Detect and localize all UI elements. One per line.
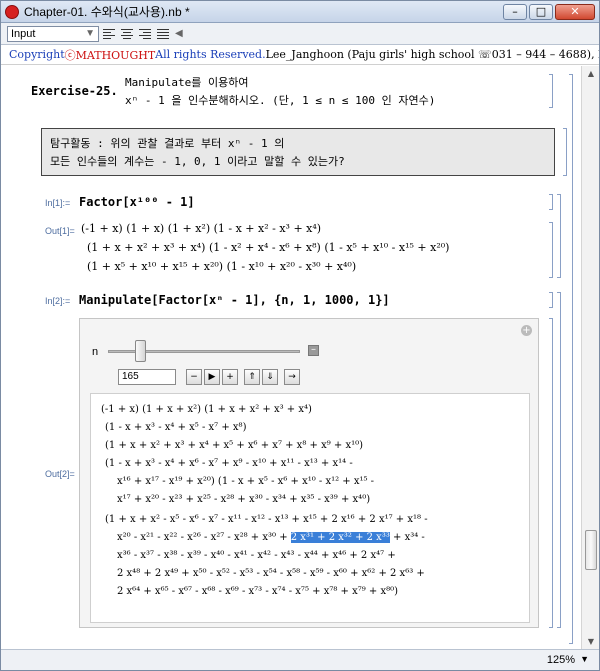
manipulate-panel: + n – 165 − ▶ + ⇑ ⇓ → (-1 + x) (1 + x + … [79,318,539,628]
exercise-line-2: xⁿ - 1 을 인수분해하시오. (단, 1 ≤ n ≤ 100 인 자연수) [125,94,436,107]
add-control-icon[interactable]: + [521,325,532,336]
step-forward-button[interactable]: + [222,369,238,385]
n-value-field[interactable]: 165 [118,369,176,385]
result-line-8-a: x²⁰ - x²¹ - x²² - x²⁶ - x²⁷ - x²⁸ + x³⁰ … [117,532,291,543]
copyright-author: Lee_Janghoon (Paju girls' high school ☏0… [265,48,599,61]
faster-button[interactable]: ⇑ [244,369,260,385]
exploration-line-1: 탐구활동 : 위의 관찰 결과로 부터 xⁿ - 1 의 [50,137,285,150]
result-line-3: (1 + x + x² + x³ + x⁴ + x⁵ + x⁶ + x⁷ + x… [105,440,364,451]
result-line-4: (1 - x + x³ - x⁴ + x⁶ - x⁷ + x⁹ - x¹⁰ + … [105,458,353,469]
collapse-controls-icon[interactable]: – [308,345,319,356]
direction-button[interactable]: → [284,369,300,385]
scroll-up-icon[interactable]: ▲ [585,68,597,80]
cell-bracket[interactable] [549,292,553,308]
manipulate-result[interactable]: (-1 + x) (1 + x + x²) (1 + x + x² + x³ +… [90,393,530,623]
notebook-window: Chapter-01. 수와식(교사용).nb * – □ ✕ Input ▼ … [0,0,600,671]
result-line-6: x¹⁷ + x²⁰ - x²³ + x²⁵ - x²⁸ + x³⁰ - x³⁴ … [117,494,371,505]
copyright-banner: Copyright ⓒMATHOUGHT All rights Reserved… [1,45,599,65]
cell-bracket[interactable] [549,222,553,278]
exploration-line-2: 모든 인수들의 계수는 - 1, 0, 1 이라고 말할 수 있는가? [50,155,345,168]
input-label-2: In[2]:= [45,296,71,306]
status-bar: 125% ▼ [1,649,599,670]
copyright-rights: All rights Reserved. [155,48,266,61]
cell-bracket[interactable] [549,318,553,628]
result-line-9: x³⁶ - x³⁷ - x³⁸ - x³⁹ - x⁴⁰ - x⁴¹ - x⁴² … [117,550,396,561]
align-justify-icon[interactable] [157,27,171,41]
group-bracket[interactable] [557,292,561,628]
result-line-7: (1 + x + x² - x⁵ - x⁶ - x⁷ - x¹¹ - x¹² -… [105,514,428,525]
result-line-8: x²⁰ - x²¹ - x²² - x²⁶ - x²⁷ - x²⁸ + x³⁰ … [117,532,425,543]
cell-style-dropdown[interactable]: Input ▼ [7,25,99,42]
output-1-line-2: (1 + x + x² + x³ + x⁴) (1 - x² + x⁴ - x⁶… [87,241,450,254]
result-line-5: x¹⁶ + x¹⁷ - x¹⁹ + x²⁰) (1 - x + x⁵ - x⁶ … [117,476,375,487]
result-line-2: (1 - x + x³ - x⁴ + x⁵ - x⁷ + x⁸) [105,422,247,433]
input-cell-1[interactable]: Factor[x¹⁰⁰ - 1] [79,195,195,209]
n-slider-thumb[interactable] [134,340,146,362]
notebook-content[interactable]: Exercise-25. Manipulate를 이용하여 xⁿ - 1 을 인… [1,66,581,650]
formatting-toolbar: Input ▼ ◀ [1,23,599,45]
minimize-button[interactable]: – [503,4,527,20]
align-left-icon[interactable] [103,27,117,41]
cell-style-value: Input [11,27,36,40]
result-line-11: 2 x⁶⁴ + x⁶⁵ - x⁶⁷ - x⁶⁸ - x⁶⁹ - x⁷³ - x⁷… [117,586,399,597]
mathematica-app-icon [5,4,19,19]
maximize-button[interactable]: □ [529,4,553,20]
result-line-10: 2 x⁴⁸ + 2 x⁴⁹ + x⁵⁰ - x⁵² - x⁵³ - x⁵⁴ - … [117,568,425,579]
result-line-1: (-1 + x) (1 + x + x²) (1 + x + x² + x³ +… [101,404,312,415]
output-1-line-3: (1 + x⁵ + x¹⁰ + x¹⁵ + x²⁰) (1 - x¹⁰ + x²… [87,260,357,273]
align-right-icon[interactable] [139,27,153,41]
toolbar-collapse-icon[interactable]: ◀ [175,28,183,39]
slider-variable-label: n [92,346,99,358]
zoom-dropdown-icon[interactable]: ▼ [580,654,589,664]
output-label-2: Out[2]= [45,469,75,479]
result-line-8-b: + x³⁴ - [389,532,425,543]
copyright-prefix: Copyright [9,48,65,61]
selected-terms[interactable]: 2 x³¹ + 2 x³² + 2 x³³ [290,532,390,543]
group-bracket[interactable] [557,194,561,278]
input-cell-2[interactable]: Manipulate[Factor[xⁿ - 1], {n, 1, 1000, … [79,293,390,307]
play-button[interactable]: ▶ [204,369,220,385]
scrollbar-thumb[interactable] [585,530,597,570]
align-center-icon[interactable] [121,27,135,41]
scroll-down-icon[interactable]: ▼ [585,636,597,648]
exploration-box: 탐구활동 : 위의 관찰 결과로 부터 xⁿ - 1 의 모든 인수들의 계수는… [41,128,555,176]
input-label-1: In[1]:= [45,198,71,208]
output-label-1: Out[1]= [45,226,75,236]
window-controls: – □ ✕ [503,4,595,20]
title-bar[interactable]: Chapter-01. 수와식(교사용).nb * – □ ✕ [1,1,599,23]
copyright-brand: ⓒMATHOUGHT [64,48,156,62]
cell-bracket[interactable] [549,194,553,210]
step-back-button[interactable]: − [186,369,202,385]
cell-bracket[interactable] [563,128,567,176]
chevron-down-icon: ▼ [85,28,95,39]
exercise-line-1: Manipulate를 이용하여 [125,76,249,89]
zoom-level[interactable]: 125% [547,654,575,666]
section-bracket[interactable] [569,74,573,644]
slower-button[interactable]: ⇓ [262,369,278,385]
window-title: Chapter-01. 수와식(교사용).nb * [24,5,190,19]
cell-bracket[interactable] [549,74,553,108]
vertical-scrollbar[interactable]: ▲ ▼ [581,66,599,650]
close-button[interactable]: ✕ [555,4,595,20]
output-1-line-1: (-1 + x) (1 + x) (1 + x²) (1 - x + x² - … [81,222,322,235]
exercise-title: Exercise-25. [31,84,118,98]
